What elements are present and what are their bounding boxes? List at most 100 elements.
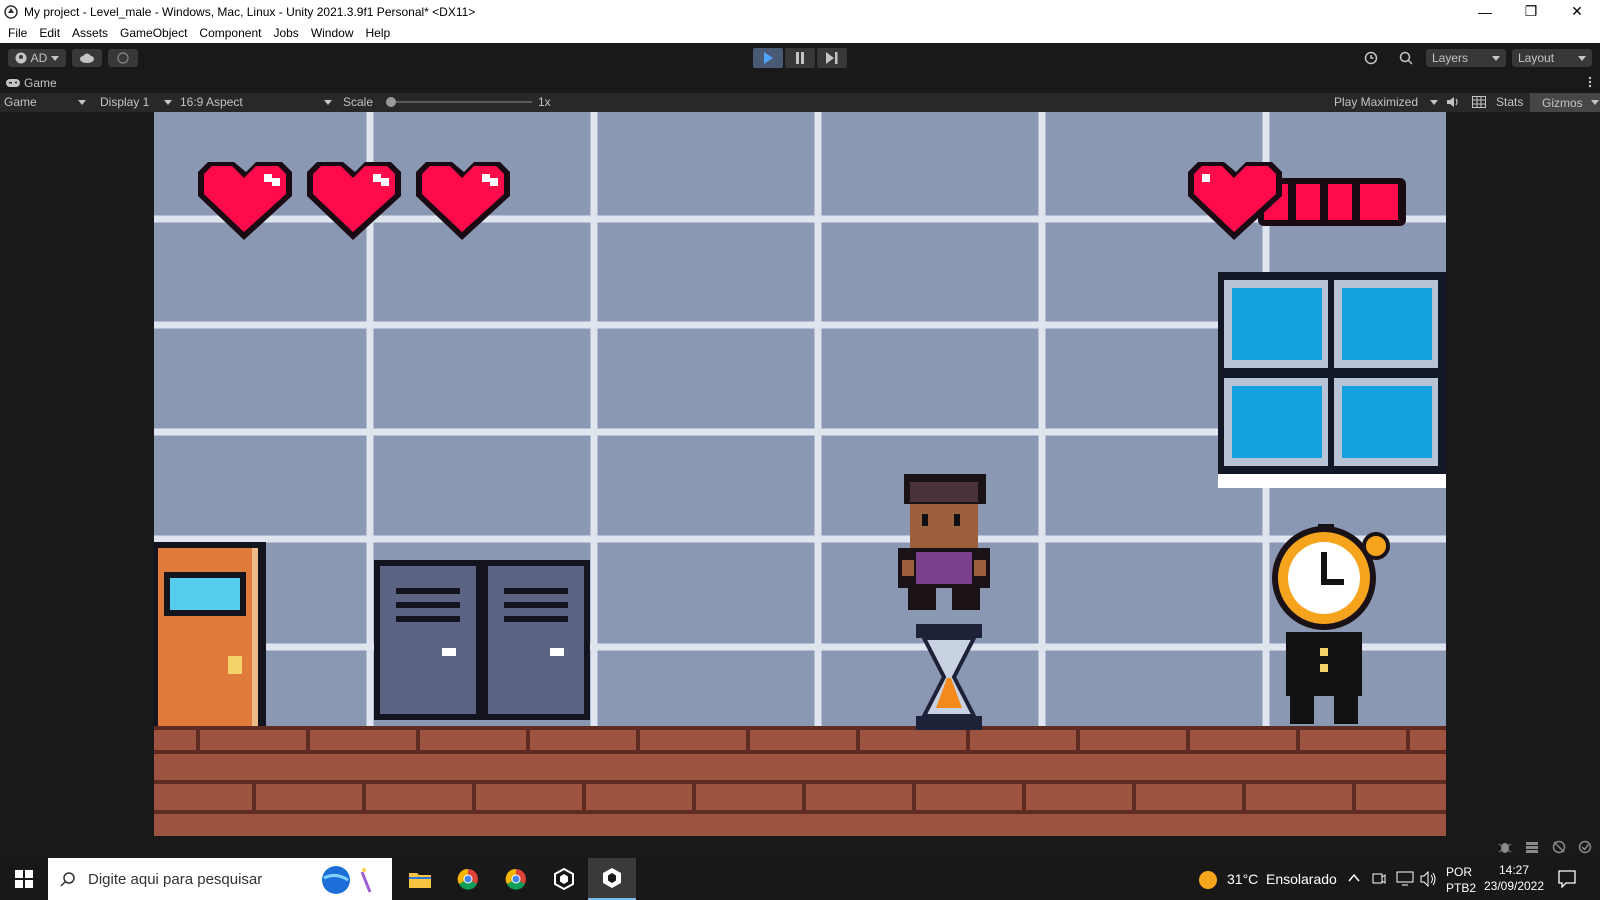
speaker-icon [1447, 97, 1458, 107]
display-dropdown[interactable]: Display 1 [100, 95, 172, 109]
weather-temp[interactable]: 31°C [1227, 871, 1258, 887]
close-button[interactable]: ✕ [1554, 0, 1600, 23]
aspect-dropdown[interactable]: 16:9 Aspect [180, 95, 332, 109]
menu-help[interactable]: Help [360, 26, 397, 40]
cloud-button[interactable] [72, 49, 102, 67]
menu-window[interactable]: Window [305, 26, 360, 40]
search-icon [1399, 51, 1413, 65]
clock-date: 23/09/2022 [1483, 879, 1545, 893]
bug-icon[interactable] [1498, 840, 1512, 854]
gizmos-dropdown[interactable]: Gizmos [1530, 93, 1600, 112]
game-canvas[interactable] [154, 112, 1446, 836]
check-circle-icon[interactable] [1578, 840, 1592, 854]
main-toolbar: AD Layers Layout [0, 43, 1600, 73]
play-mode-dropdown[interactable]: Play Maximized [1334, 95, 1438, 109]
game-tab-bar: Game [0, 73, 1600, 93]
scale-slider[interactable] [386, 97, 532, 107]
chrome-icon [457, 868, 478, 890]
search-placeholder: Digite aqui para pesquisar [88, 870, 263, 888]
layers-dropdown[interactable]: Layers [1426, 49, 1506, 67]
windows-logo-icon [15, 870, 33, 888]
notification-icon[interactable] [1558, 870, 1576, 888]
play-button[interactable] [753, 48, 783, 68]
game-scene [154, 112, 1446, 836]
chevron-down-icon [164, 99, 172, 105]
language-indicator[interactable]: POR PTB2 [1446, 864, 1476, 896]
unity-icon [603, 868, 621, 888]
pause-button[interactable] [785, 48, 815, 68]
step-button[interactable] [817, 48, 847, 68]
menu-jobs[interactable]: Jobs [267, 26, 304, 40]
status-bar [0, 836, 1600, 858]
account-icon [15, 52, 27, 64]
unity-editor-app[interactable] [588, 858, 636, 900]
health-segment [1296, 184, 1320, 220]
menu-file[interactable]: File [2, 26, 33, 40]
chevron-down-icon [1430, 99, 1438, 105]
chevron-down-icon [51, 55, 60, 61]
chrome-app-2[interactable] [492, 858, 540, 900]
chrome-icon [505, 868, 526, 890]
heart-icon [198, 162, 292, 240]
game-view-toolbar: Game Display 1 16:9 Aspect Scale 1x Play… [0, 93, 1600, 112]
stats-button[interactable]: Stats [1496, 95, 1523, 109]
lockers-sprite [374, 560, 590, 720]
health-segment [1360, 184, 1398, 220]
layout-dropdown[interactable]: Layout [1512, 49, 1592, 67]
volume-icon[interactable] [1420, 871, 1438, 887]
title-bar: My project - Level_male - Windows, Mac, … [0, 0, 1600, 23]
health-bar [1188, 162, 1406, 240]
account-dropdown[interactable]: AD [8, 49, 66, 67]
restore-button[interactable]: ❐ [1508, 0, 1554, 23]
layers-label: Layers [1432, 51, 1469, 65]
play-icon [764, 52, 773, 64]
chevron-down-icon [1590, 100, 1599, 105]
mute-audio-button[interactable] [1446, 96, 1460, 111]
weather-desc[interactable]: Ensolarado [1266, 871, 1337, 887]
cloud-icon [80, 53, 94, 63]
search-highlight-icon [322, 866, 372, 894]
grid-button[interactable] [1472, 96, 1486, 111]
search-button[interactable] [1391, 49, 1421, 67]
collab-button[interactable] [108, 49, 138, 67]
sun-icon[interactable] [1198, 870, 1218, 890]
start-button[interactable] [0, 858, 48, 900]
step-icon [826, 52, 838, 64]
unity-icon [554, 868, 574, 890]
menu-gameobject[interactable]: GameObject [114, 26, 193, 40]
menu-edit[interactable]: Edit [33, 26, 66, 40]
heart-icon [307, 162, 401, 240]
play-mode-label: Play Maximized [1334, 95, 1419, 109]
search-icon [60, 872, 75, 887]
scale-slider-thumb[interactable] [386, 97, 396, 107]
file-explorer-app[interactable] [396, 858, 444, 900]
tab-menu-icon[interactable] [1588, 76, 1592, 91]
clock-enemy [1272, 524, 1390, 724]
collab-icon [117, 52, 129, 64]
scale-label: Scale [343, 95, 374, 109]
view-select-dropdown[interactable]: Game [4, 95, 86, 109]
window-title: My project - Level_male - Windows, Mac, … [24, 4, 476, 19]
windows-taskbar: Digite aqui para pesquisar 31°C Ensolara… [0, 858, 1600, 900]
meet-icon[interactable] [1372, 871, 1386, 887]
chevron-up-icon[interactable] [1348, 873, 1360, 883]
network-icon[interactable] [1552, 840, 1566, 854]
door-sprite [154, 542, 266, 736]
clock-time: 14:27 [1498, 863, 1530, 877]
tab-game[interactable]: Game [6, 76, 57, 90]
clock[interactable]: 14:27 23/09/2022 [1482, 862, 1546, 894]
chrome-app[interactable] [444, 858, 492, 900]
minimize-button[interactable]: — [1462, 0, 1508, 23]
history-button[interactable] [1356, 49, 1386, 67]
menu-component[interactable]: Component [193, 26, 267, 40]
unity-hub-app[interactable] [540, 858, 588, 900]
chevron-down-icon [1578, 55, 1586, 61]
taskbar-search-box[interactable]: Digite aqui para pesquisar [48, 858, 392, 900]
player-character [898, 474, 990, 610]
menu-bar: File Edit Assets GameObject Component Jo… [0, 23, 1600, 43]
language-sub-label: PTB2 [1446, 881, 1477, 895]
network-monitor-icon[interactable] [1396, 871, 1414, 887]
stack-icon[interactable] [1525, 840, 1539, 854]
menu-assets[interactable]: Assets [66, 26, 114, 40]
language-label: POR [1446, 865, 1473, 879]
